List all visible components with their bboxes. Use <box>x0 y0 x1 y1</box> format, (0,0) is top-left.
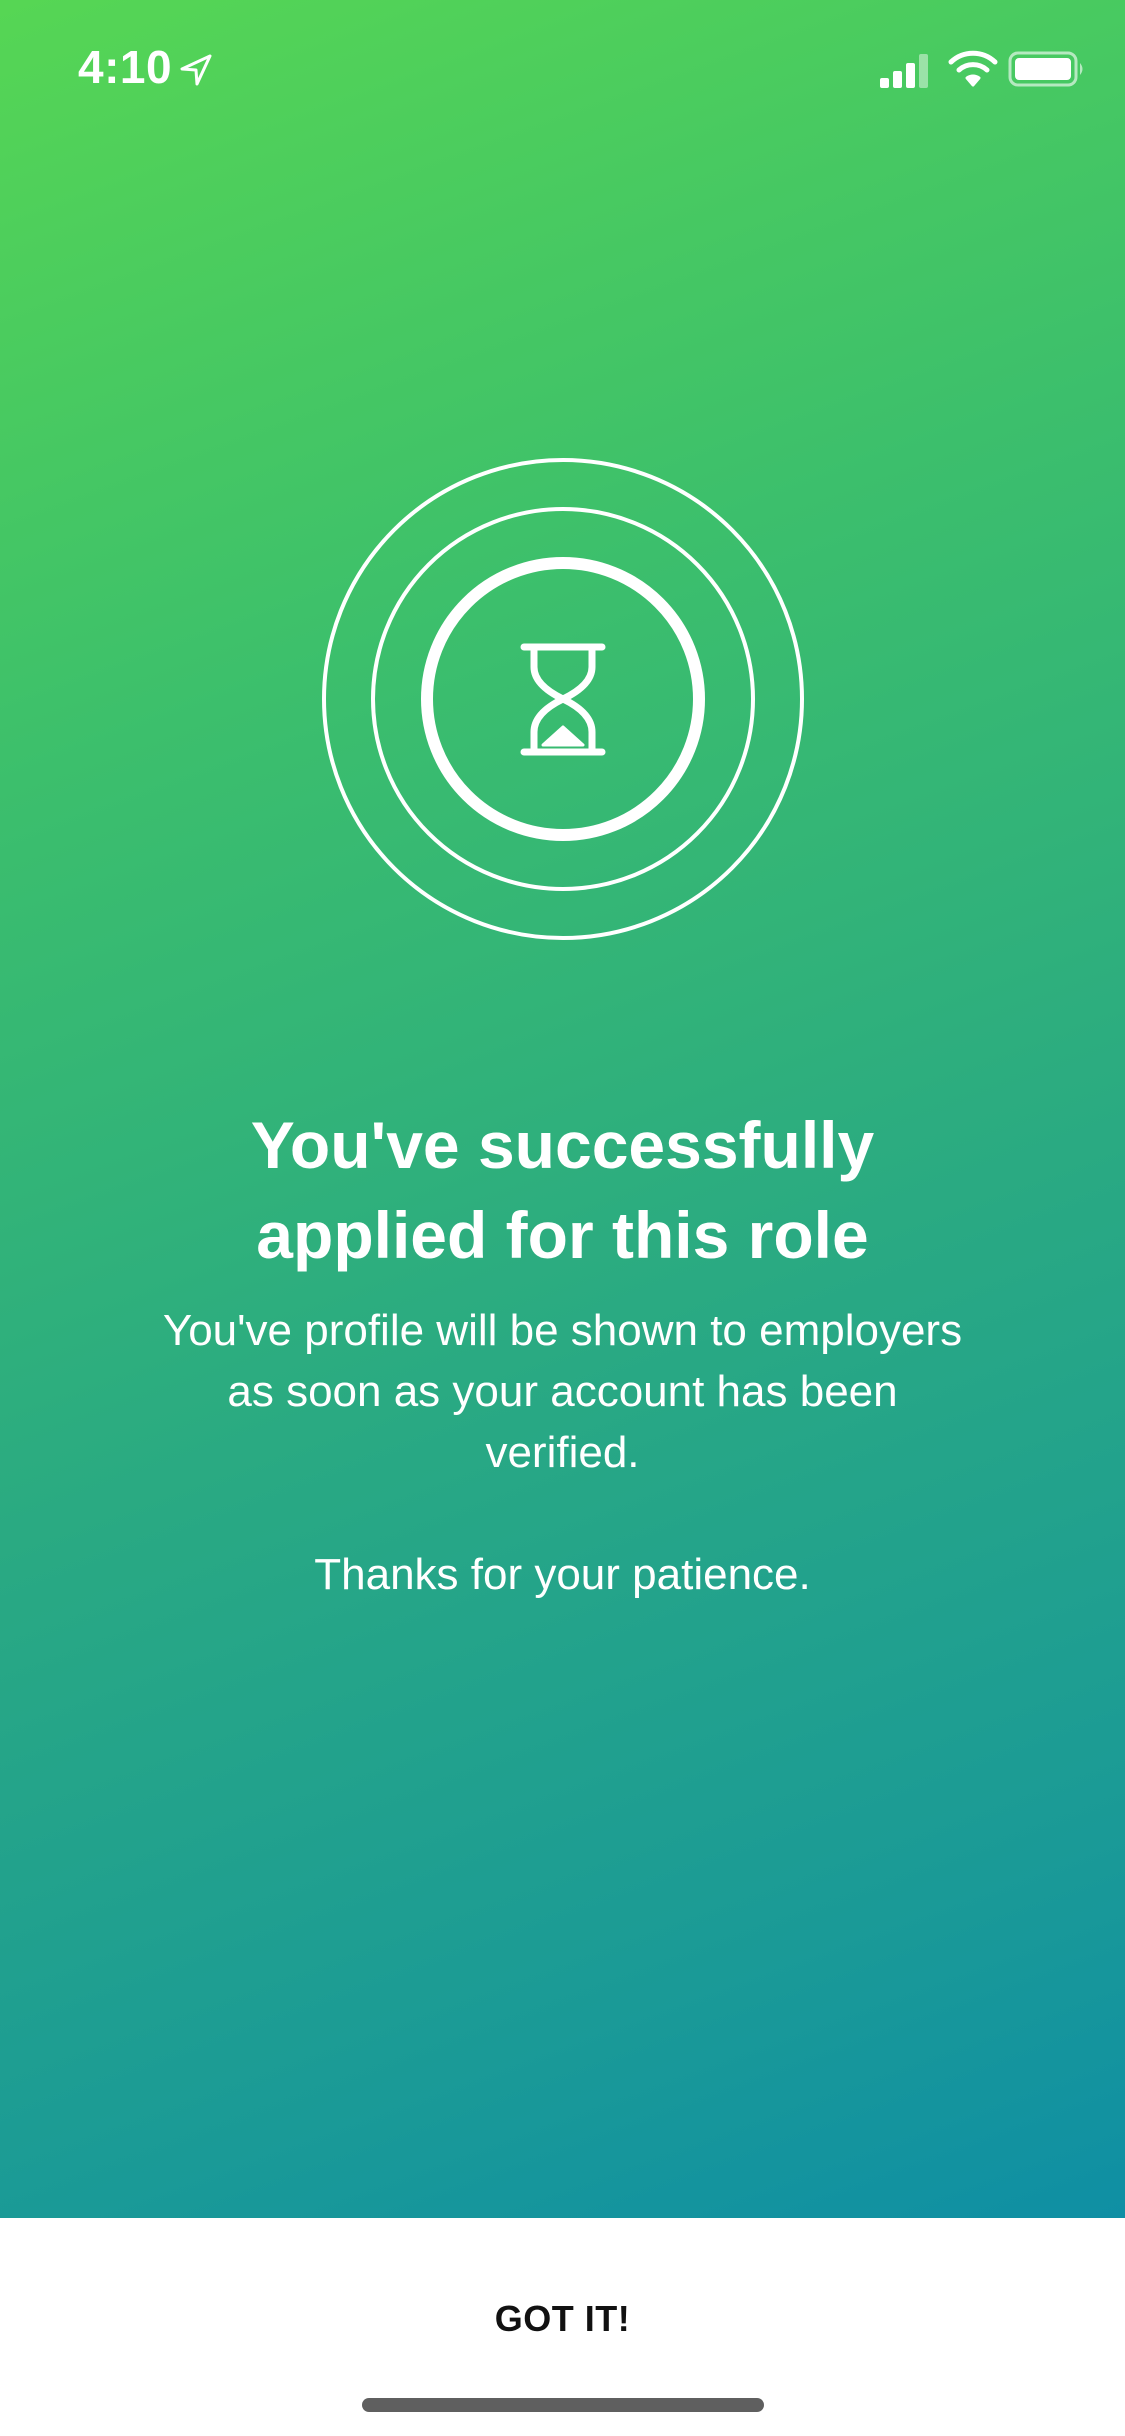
cellular-signal-icon <box>880 54 928 88</box>
location-arrow-icon <box>180 54 212 86</box>
status-bar: 4:10 <box>0 0 1125 132</box>
success-title: You've successfully applied for this rol… <box>0 1100 1125 1280</box>
success-title-line-1: You've successfully <box>250 1108 875 1182</box>
application-success-screen: 4:10 You've successfully applied for thi… <box>0 0 1125 2436</box>
status-time: 4:10 <box>78 41 173 93</box>
wifi-icon <box>948 50 998 87</box>
thanks-message: Thanks for your patience. <box>314 1550 811 1599</box>
hourglass-icon <box>520 643 606 756</box>
got-it-button-label: GOT IT! <box>494 2298 631 2339</box>
pending-status-graphic <box>322 458 804 940</box>
battery-icon <box>1008 51 1083 87</box>
home-indicator <box>362 2398 764 2412</box>
success-title-line-2: applied for this role <box>256 1198 869 1272</box>
verification-message: You've profile will be shown to employer… <box>162 1306 963 1477</box>
